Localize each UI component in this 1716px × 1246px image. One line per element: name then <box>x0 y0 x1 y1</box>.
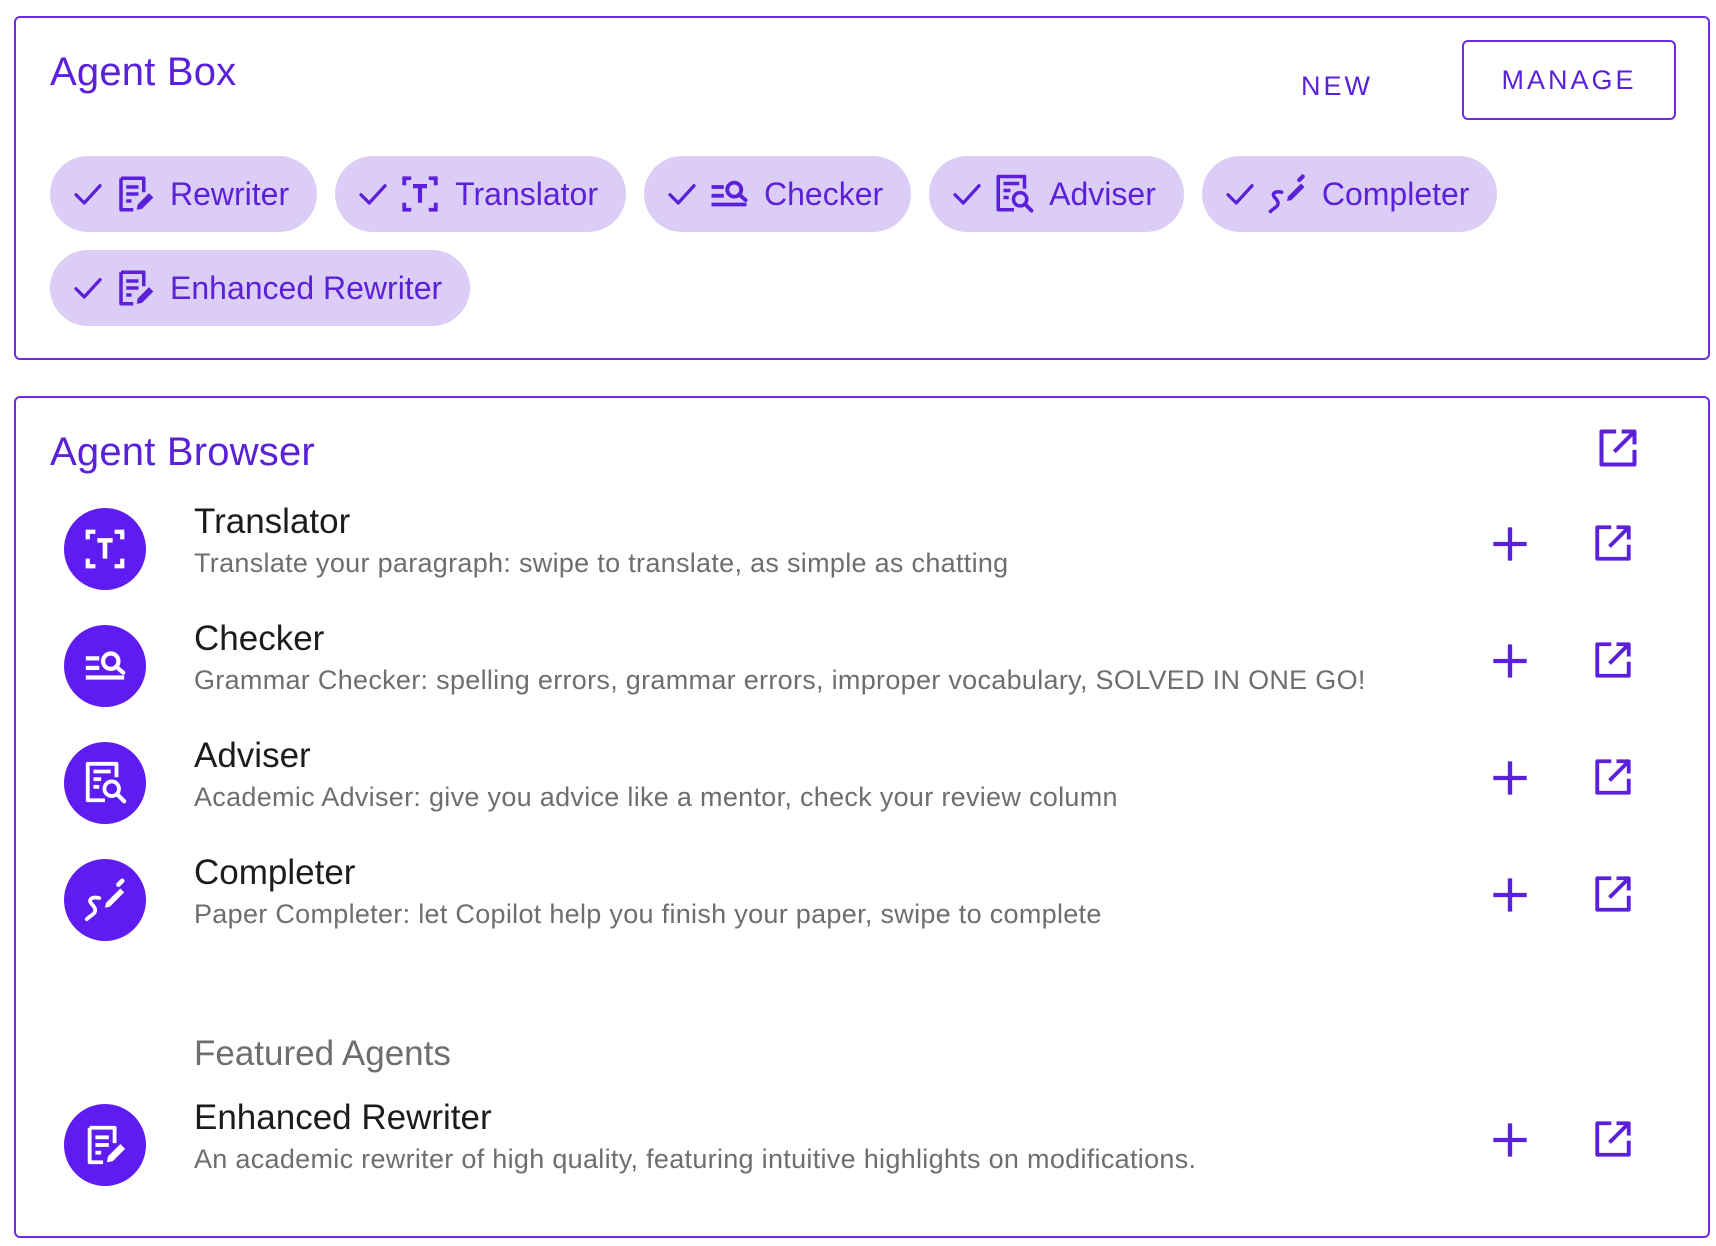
agent-description: Grammar Checker: spelling errors, gramma… <box>194 665 1366 695</box>
agent-row-enhanced-rewriter: Enhanced Rewriter An academic rewriter o… <box>50 1090 1670 1200</box>
chip-label: Checker <box>763 175 884 212</box>
agent-row-adviser: Adviser Academic Adviser: give you advic… <box>50 728 1670 838</box>
agent-description: An academic rewriter of high quality, fe… <box>194 1144 1197 1174</box>
translator-icon <box>399 173 441 215</box>
rewriter-icon <box>82 1122 128 1168</box>
rewriter-icon <box>114 267 156 309</box>
chip-translator[interactable]: Translator <box>335 156 626 232</box>
chip-completer[interactable]: Completer <box>1201 156 1498 232</box>
add-agent-icon[interactable] <box>1490 875 1530 915</box>
chip-enhanced-rewriter[interactable]: Enhanced Rewriter <box>50 250 471 326</box>
featured-agents-heading: Featured Agents <box>194 1034 451 1073</box>
agent-name: Completer <box>194 853 356 892</box>
agent-browser-title: Agent Browser <box>50 430 315 474</box>
agent-avatar <box>64 1104 146 1186</box>
open-external-icon[interactable] <box>1596 426 1640 470</box>
agent-avatar <box>64 859 146 941</box>
agent-row-translator: Translator Translate your paragraph: swi… <box>50 494 1670 604</box>
checker-icon <box>82 643 128 689</box>
add-agent-icon[interactable] <box>1490 524 1530 564</box>
chip-adviser[interactable]: Adviser <box>929 156 1184 232</box>
manage-agents-button[interactable]: MANAGE <box>1462 40 1676 120</box>
agent-row-checker: Checker Grammar Checker: spelling errors… <box>50 611 1670 721</box>
check-icon <box>355 176 391 212</box>
completer-icon <box>1266 173 1308 215</box>
chip-checker[interactable]: Checker <box>643 156 912 232</box>
chip-label: Enhanced Rewriter <box>170 269 443 306</box>
check-icon <box>949 176 985 212</box>
open-external-icon[interactable] <box>1592 756 1634 798</box>
add-agent-icon[interactable] <box>1490 758 1530 798</box>
adviser-icon <box>993 173 1035 215</box>
chip-rewriter[interactable]: Rewriter <box>50 156 318 232</box>
agent-name: Checker <box>194 619 325 658</box>
open-external-icon[interactable] <box>1592 522 1634 564</box>
rewriter-icon <box>114 173 156 215</box>
translator-icon <box>82 526 128 572</box>
chip-label: Translator <box>455 175 598 212</box>
add-agent-icon[interactable] <box>1490 641 1530 681</box>
check-icon <box>70 270 106 306</box>
chip-label: Adviser <box>1049 175 1156 212</box>
agent-description: Academic Adviser: give you advice like a… <box>194 782 1118 812</box>
agent-description: Translate your paragraph: swipe to trans… <box>194 548 1009 578</box>
agent-avatar <box>64 508 146 590</box>
agent-box-title: Agent Box <box>50 50 237 94</box>
selected-agents-chips: Rewriter Translator Checker Adviser Comp… <box>50 156 1670 326</box>
add-agent-icon[interactable] <box>1490 1120 1530 1160</box>
agent-name: Translator <box>194 502 351 541</box>
open-external-icon[interactable] <box>1592 639 1634 681</box>
agent-avatar <box>64 625 146 707</box>
check-icon <box>70 176 106 212</box>
open-external-icon[interactable] <box>1592 873 1634 915</box>
agent-row-completer: Completer Paper Completer: let Copilot h… <box>50 845 1670 955</box>
agent-description: Paper Completer: let Copilot help you fi… <box>194 899 1102 929</box>
agent-box-panel: Agent Box NEW MANAGE Rewriter Translator… <box>14 16 1710 360</box>
chip-label: Rewriter <box>170 175 290 212</box>
agent-browser-panel: Agent Browser Translator Translate your … <box>14 396 1710 1238</box>
checker-icon <box>708 173 750 215</box>
agent-avatar <box>64 742 146 824</box>
completer-icon <box>82 877 128 923</box>
new-agent-button[interactable]: NEW <box>1272 62 1402 110</box>
agent-name: Enhanced Rewriter <box>194 1098 492 1137</box>
adviser-icon <box>82 760 128 806</box>
check-icon <box>664 176 700 212</box>
check-icon <box>1222 176 1258 212</box>
agent-name: Adviser <box>194 736 311 775</box>
open-external-icon[interactable] <box>1592 1118 1634 1160</box>
chip-label: Completer <box>1321 175 1470 212</box>
